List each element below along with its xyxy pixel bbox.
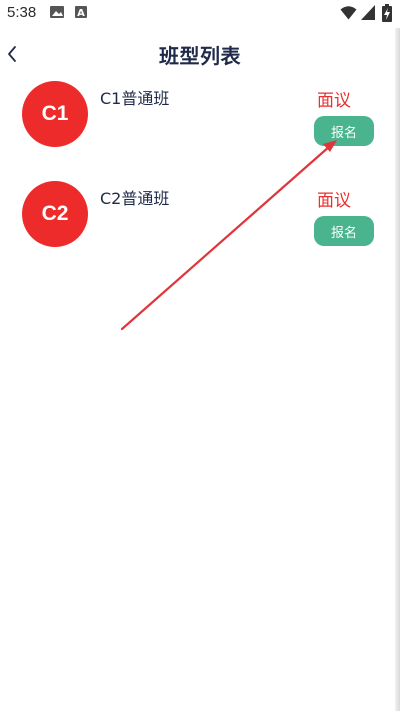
gallery-icon bbox=[50, 6, 64, 18]
enroll-button[interactable]: 报名 bbox=[314, 216, 374, 246]
a-letter-icon: A bbox=[75, 6, 87, 18]
class-name[interactable]: C1普通班 bbox=[100, 85, 169, 109]
scroll-edge bbox=[395, 28, 400, 711]
svg-text:A: A bbox=[77, 8, 85, 18]
signal-icon bbox=[361, 5, 375, 20]
class-item-c2: C2 C2普通班 面议 报名 bbox=[0, 180, 395, 280]
class-name[interactable]: C2普通班 bbox=[100, 185, 169, 209]
wifi-icon bbox=[340, 6, 357, 20]
status-bar: 5:38 A bbox=[0, 0, 400, 28]
page-title: 班型列表 bbox=[159, 44, 241, 68]
class-price: 面议 bbox=[317, 191, 351, 211]
class-item-c1: C1 C1普通班 面议 报名 bbox=[0, 80, 395, 180]
enroll-button[interactable]: 报名 bbox=[314, 116, 374, 146]
battery-charging-icon bbox=[382, 4, 392, 22]
class-avatar: C1 bbox=[22, 81, 88, 147]
class-list: C1 C1普通班 面议 报名 C2 C2普通班 面议 报名 bbox=[0, 80, 395, 280]
class-avatar: C2 bbox=[22, 181, 88, 247]
header: 班型列表 bbox=[0, 28, 400, 80]
status-time: 5:38 bbox=[7, 4, 37, 21]
class-price: 面议 bbox=[317, 91, 351, 111]
